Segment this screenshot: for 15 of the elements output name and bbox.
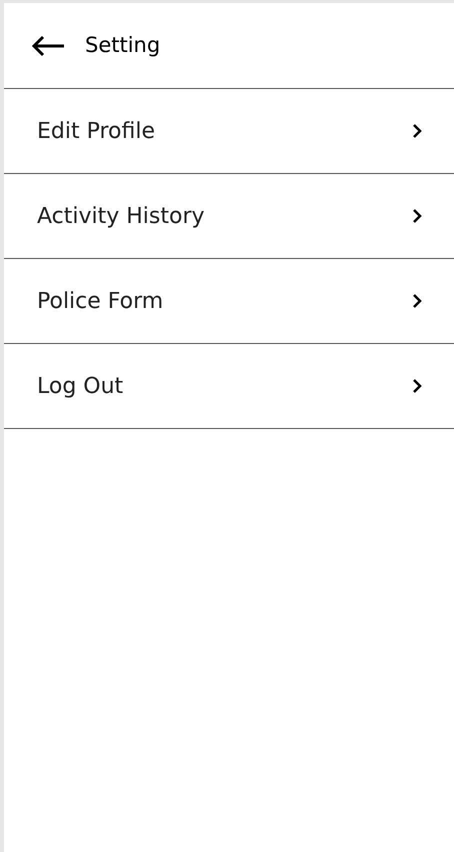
settings-item[interactable]: Log Out (4, 344, 454, 429)
back-arrow-icon (31, 34, 65, 56)
chevron-right-icon (412, 293, 422, 309)
chevron-right-icon (412, 208, 422, 224)
item-label: Edit Profile (37, 118, 156, 146)
item-label: Police Form (37, 288, 164, 316)
item-label: Activity History (37, 202, 205, 230)
back-button[interactable] (31, 34, 65, 56)
chevron-right-icon (412, 378, 422, 394)
settings-item[interactable]: Activity History (4, 174, 454, 259)
settings-item[interactable]: Edit Profile (4, 89, 454, 174)
item-label: Log Out (37, 372, 124, 400)
page-title: Setting (85, 32, 160, 59)
chevron-right-icon (412, 123, 422, 139)
settings-item[interactable]: Police Form (4, 259, 454, 344)
